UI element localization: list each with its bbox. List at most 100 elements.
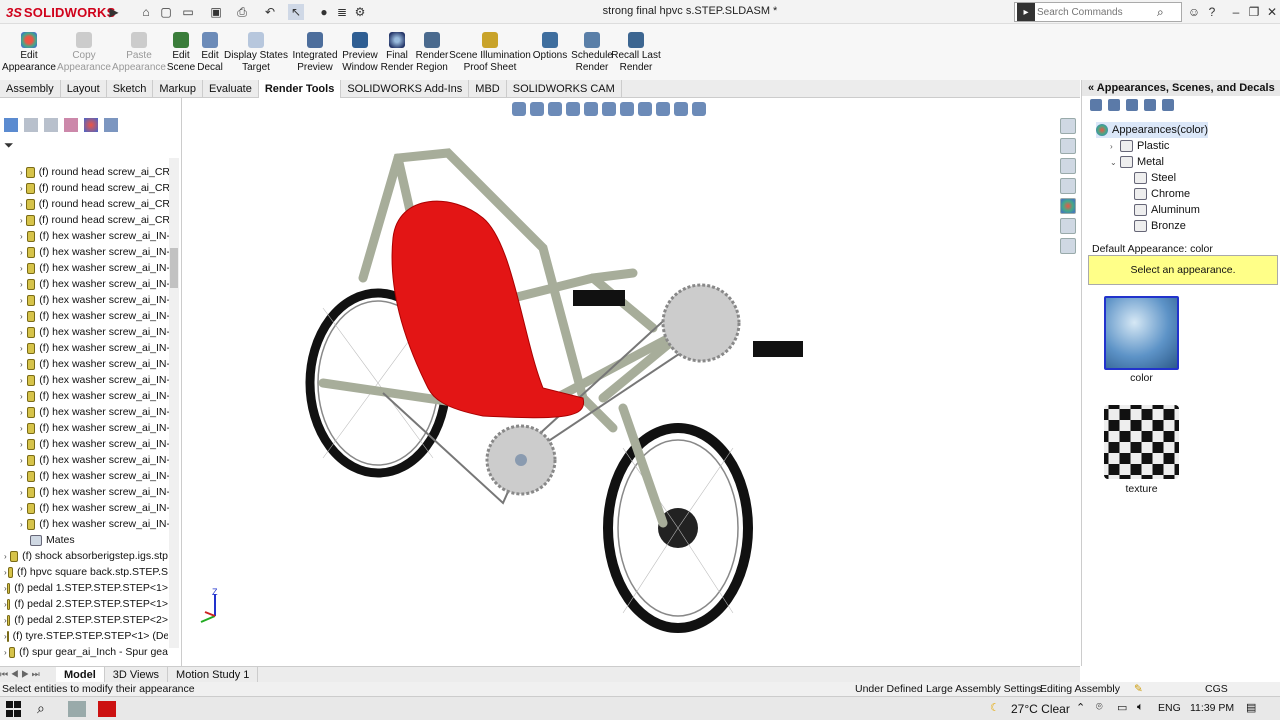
tree-item[interactable]: › (f) shock absorberigstep.igs.stp	[4, 548, 168, 564]
display-style-icon[interactable]	[620, 102, 634, 116]
add-to-library-icon[interactable]	[1126, 99, 1138, 111]
section-view-icon[interactable]	[566, 102, 580, 116]
forward-icon[interactable]	[1108, 99, 1120, 111]
dimxpert-icon[interactable]	[64, 118, 78, 132]
tree-item[interactable]: › (f) hex washer screw_ai_IN-	[20, 228, 170, 244]
tab-markup[interactable]: Markup	[153, 80, 204, 98]
recall-last-render-button[interactable]: Recall Last Render	[611, 32, 661, 74]
expand-arrow-icon[interactable]: ›	[20, 280, 27, 289]
forum-icon[interactable]	[1060, 238, 1076, 254]
tree-item[interactable]: › (f) round head screw_ai_CR	[20, 164, 170, 180]
solidworks-resources-icon[interactable]	[1060, 118, 1076, 134]
volume-icon[interactable]: 🔈︎	[1137, 701, 1144, 714]
appearance-folder[interactable]: Chrome	[1134, 186, 1190, 202]
restore-icon[interactable]: ❐	[1246, 4, 1262, 20]
minimize-icon[interactable]: –	[1228, 4, 1244, 20]
expand-arrow-icon[interactable]: ›	[4, 648, 9, 657]
tree-item-mates[interactable]: Mates	[30, 532, 170, 548]
cam-manager-icon[interactable]	[104, 118, 118, 132]
tree-item[interactable]: › (f) hex washer screw_ai_IN-	[20, 388, 170, 404]
previous-view-icon[interactable]	[548, 102, 562, 116]
search-taskbar-icon[interactable]: ⌕	[37, 700, 45, 717]
feature-manager-icon[interactable]	[4, 118, 18, 132]
expand-arrow-icon[interactable]: ›	[20, 312, 27, 321]
expand-arrow-icon[interactable]: ›	[20, 456, 27, 465]
edit-appearance-button[interactable]: Edit Appearance	[2, 32, 56, 74]
tree-item[interactable]: › (f) hex washer screw_ai_IN-	[20, 420, 170, 436]
unit-system[interactable]: CGS	[1205, 682, 1228, 696]
graphics-area[interactable]: Z	[183, 98, 1080, 666]
tree-item[interactable]: › (f) hex washer screw_ai_IN-	[20, 292, 170, 308]
tab-3d-views[interactable]: 3D Views	[105, 666, 169, 683]
tab-model[interactable]: Model	[56, 666, 105, 683]
expand-arrow-icon[interactable]: ›	[20, 248, 27, 257]
up-level-icon[interactable]	[1162, 99, 1174, 111]
tree-item[interactable]: › (f) pedal 2.STEP.STEP.STEP<1>	[4, 596, 168, 612]
expand-arrow-icon[interactable]: ›	[20, 328, 27, 337]
weather-text[interactable]: 27°C Clear	[1011, 702, 1070, 716]
tree-item[interactable]: › (f) hex washer screw_ai_IN-	[20, 244, 170, 260]
expand-arrow-icon[interactable]: ›	[4, 568, 8, 577]
expand-arrow-icon[interactable]: ›	[20, 344, 27, 353]
tab-mbd[interactable]: MBD	[469, 80, 507, 98]
configuration-manager-icon[interactable]	[44, 118, 58, 132]
expand-arrow-icon[interactable]: ›	[20, 376, 27, 385]
paste-appearance-button[interactable]: Paste Appearance	[112, 32, 166, 74]
tab-sketch[interactable]: Sketch	[107, 80, 154, 98]
view-settings-icon[interactable]	[692, 102, 706, 116]
battery-icon[interactable]: ▭	[1117, 701, 1127, 714]
tab-assembly[interactable]: Assembly	[0, 80, 61, 98]
close-icon[interactable]: ✕	[1264, 4, 1280, 20]
tree-item[interactable]: › (f) hex washer screw_ai_IN-	[20, 468, 170, 484]
large-assembly-settings[interactable]: Large Assembly Settings	[926, 682, 1042, 696]
search-commands[interactable]: ▸ ⌕	[1014, 2, 1182, 22]
appearance-folder[interactable]: Steel	[1134, 170, 1176, 186]
edit-appearance-view-icon[interactable]	[656, 102, 670, 116]
expand-arrow-icon[interactable]: ›	[20, 520, 27, 529]
tree-item[interactable]: › (f) hex washer screw_ai_IN-	[20, 372, 170, 388]
clock[interactable]: 11:39 PM	[1190, 702, 1234, 714]
network-icon[interactable]: ⌾	[1096, 701, 1103, 714]
undo-icon[interactable]: ↶	[262, 4, 278, 20]
final-render-button[interactable]: Final Render	[381, 32, 413, 74]
expand-arrow-icon[interactable]: ⌄	[1110, 158, 1120, 167]
zoom-to-area-icon[interactable]	[530, 102, 544, 116]
appearance-folder[interactable]: › Plastic	[1110, 138, 1169, 154]
user-icon[interactable]: ☺	[1186, 4, 1202, 20]
search-input[interactable]	[1037, 6, 1157, 18]
appearance-folder[interactable]: Bronze	[1134, 218, 1186, 234]
select-pointer-icon[interactable]: ↖	[288, 4, 304, 20]
dynamic-annotation-icon[interactable]	[584, 102, 598, 116]
language-indicator[interactable]: ENG	[1158, 702, 1181, 714]
tree-item[interactable]: › (f) hex washer screw_ai_IN-	[20, 484, 170, 500]
tree-item[interactable]: › (f) hex washer screw_ai_IN-	[20, 324, 170, 340]
expand-arrow-icon[interactable]: ›	[20, 424, 27, 433]
display-states-target-button[interactable]: Display States Target	[224, 32, 288, 74]
zoom-to-fit-icon[interactable]	[512, 102, 526, 116]
expand-arrow-icon[interactable]: ›	[20, 360, 27, 369]
rebuild-icon[interactable]: ●	[316, 4, 332, 20]
design-library-icon[interactable]	[1060, 138, 1076, 154]
options-gear-icon[interactable]: ⚙	[352, 4, 368, 20]
tree-item[interactable]: › (f) tyre.STEP.STEP.STEP<1> (De	[4, 628, 168, 644]
solidworks-taskbar-icon[interactable]	[98, 701, 116, 717]
appearances-root[interactable]: Appearances(color)	[1096, 122, 1208, 138]
tray-chevron-icon[interactable]: ⌃	[1076, 701, 1085, 714]
expand-arrow-icon[interactable]: ›	[20, 440, 27, 449]
view-palette-icon[interactable]	[1060, 178, 1076, 194]
weather-icon[interactable]: ☾	[990, 701, 1000, 714]
expand-arrow-icon[interactable]: ›	[20, 392, 27, 401]
tree-item[interactable]: › (f) hex washer screw_ai_IN-	[20, 452, 170, 468]
tree-item[interactable]: › (f) hex washer screw_ai_IN-	[20, 276, 170, 292]
menu-arrow-icon[interactable]: ▶	[106, 4, 122, 20]
edit-decal-button[interactable]: Edit Decal	[197, 32, 223, 74]
tab-motion-study-1[interactable]: Motion Study 1	[168, 666, 259, 683]
bike-model-render[interactable]: Z	[183, 98, 1080, 666]
expand-arrow-icon[interactable]: ›	[20, 488, 27, 497]
tree-item[interactable]: › (f) hpvc square back.stp.STEP.S	[4, 564, 168, 580]
tab-evaluate[interactable]: Evaluate	[203, 80, 259, 98]
color-swatch[interactable]	[1104, 296, 1179, 370]
collapse-pane-icon[interactable]: «	[1088, 82, 1094, 94]
help-icon[interactable]: ?	[1204, 4, 1220, 20]
tab-solidworks-cam[interactable]: SOLIDWORKS CAM	[507, 80, 622, 98]
